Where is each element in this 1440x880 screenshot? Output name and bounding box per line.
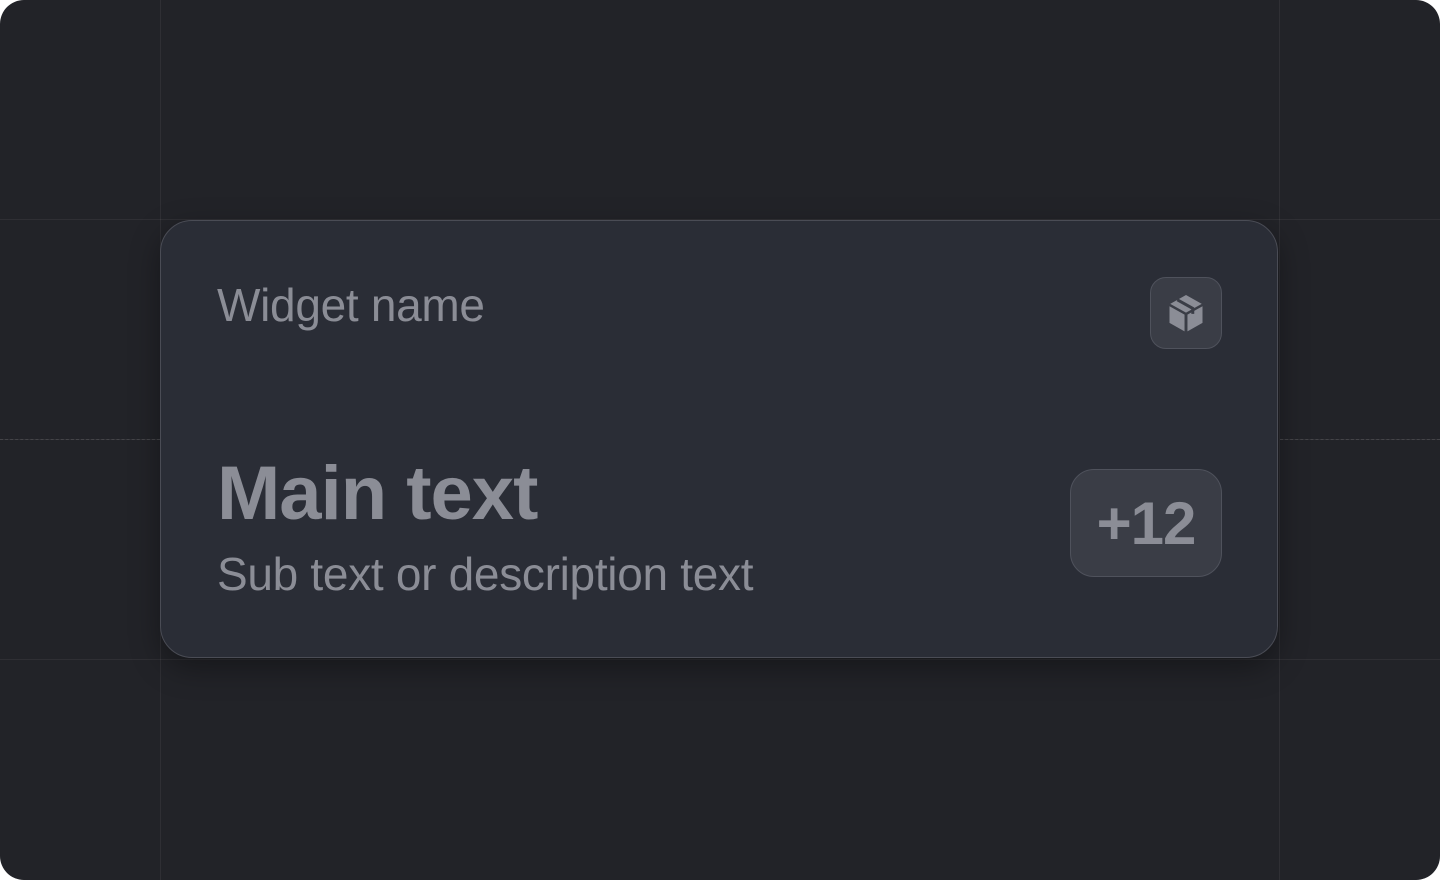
cube-icon — [1164, 291, 1208, 335]
count-badge: +12 — [1070, 469, 1222, 577]
widget-card[interactable]: Widget name Main text Sub text or descri… — [160, 220, 1278, 658]
widget-name: Widget name — [217, 279, 485, 331]
canvas: Widget name Main text Sub text or descri… — [0, 0, 1440, 880]
guide-line-right — [1279, 0, 1280, 880]
sub-text: Sub text or description text — [217, 548, 754, 600]
guide-line-center-left — [0, 439, 160, 440]
guide-line-center-right — [1280, 439, 1440, 440]
main-text: Main text — [217, 451, 538, 536]
guide-line-bottom — [0, 659, 1440, 660]
widget-icon-button[interactable] — [1150, 277, 1222, 349]
